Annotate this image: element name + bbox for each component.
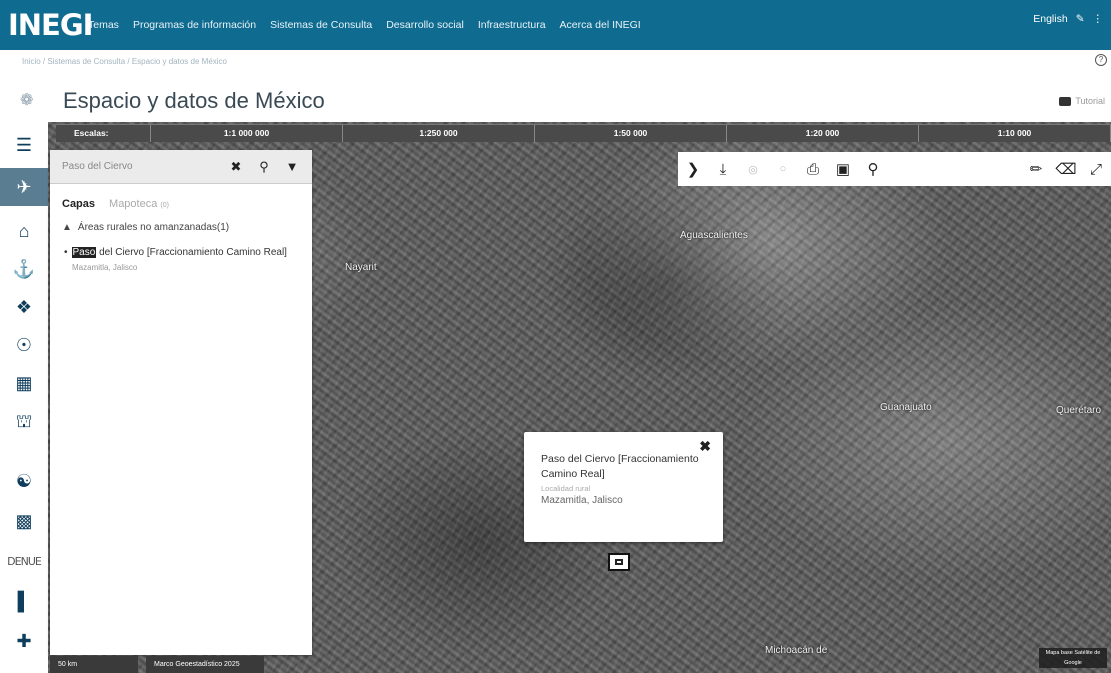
tab-mapoteca[interactable]: Mapoteca (0): [109, 198, 169, 210]
buildings-icon[interactable]: ▩: [4, 506, 44, 536]
list-item[interactable]: • Paso del Ciervo [Fraccionamiento Camin…: [64, 247, 312, 258]
search-input[interactable]: [50, 151, 220, 182]
chevron-up-icon[interactable]: ▲: [62, 222, 72, 233]
nav-acerca[interactable]: Acerca del INEGI: [560, 19, 641, 31]
transport-icon[interactable]: ⚓: [4, 254, 44, 284]
left-sidebar: ☰ ✈ ⌂ ⚓ ❖ ☉ ▦ ⛫ ☯ ▩ DENUE ▌ ✚: [0, 122, 48, 673]
tab-capas[interactable]: Capas: [62, 198, 95, 210]
breadcrumb[interactable]: Inicio / Sistemas de Consulta / Espacio …: [22, 57, 227, 66]
scale-option[interactable]: 1:1 000 000: [151, 125, 343, 142]
regions-icon[interactable]: ▦: [4, 368, 44, 398]
result-highlight: Paso: [71, 247, 97, 258]
map-scale: 50 km: [50, 656, 138, 673]
title-row: ❁ Espacio y datos de México Tutorial: [0, 82, 1111, 120]
nav-right: English ✎ ⋮: [1033, 13, 1103, 25]
expand-icon[interactable]: ❯: [678, 160, 708, 178]
search-icon[interactable]: ⚲: [252, 155, 276, 179]
map-icon[interactable]: ✈: [0, 168, 48, 206]
panel-tabs: Capas Mapoteca (0): [50, 184, 312, 210]
tutorial-link[interactable]: Tutorial: [1059, 96, 1105, 106]
result-location: Mazamitla, Jalisco: [72, 263, 138, 272]
nav-menu: Temas Programas de información Sistemas …: [88, 19, 641, 31]
map-label: Michoacán de: [765, 645, 828, 656]
scale-option[interactable]: 1:250 000: [343, 125, 535, 142]
download-icon[interactable]: ⤓: [708, 161, 738, 178]
popup-place: Mazamitla, Jalisco: [541, 495, 623, 506]
tab-mapoteca-badge: (0): [160, 202, 169, 209]
shield-icon[interactable]: ⛫: [4, 408, 44, 438]
nav-sistemas[interactable]: Sistemas de Consulta: [270, 19, 372, 31]
popup-title: Paso del Ciervo [Fraccionamiento Camino …: [541, 453, 699, 480]
scale-option[interactable]: 1:10 000: [919, 125, 1111, 142]
chevron-down-icon[interactable]: ▼: [280, 155, 304, 179]
nav-programas[interactable]: Programas de información: [133, 19, 256, 31]
measure-icon[interactable]: ✏: [1021, 160, 1051, 178]
layers-icon[interactable]: ☰: [4, 130, 44, 160]
video-icon: [1059, 96, 1072, 106]
language-link[interactable]: English: [1033, 13, 1067, 25]
fullscreen-icon[interactable]: ⤢: [1081, 161, 1111, 178]
stats-icon[interactable]: ▌: [4, 586, 44, 616]
map-label: Aguascalientes: [680, 230, 748, 241]
location-marker-icon[interactable]: [608, 553, 630, 571]
search-panel: ✖ ⚲ ▼ Capas Mapoteca (0) ▲ Áreas rurales…: [50, 150, 312, 655]
info-icon[interactable]: ○: [768, 163, 798, 175]
map-toolbar: ❯ ⤓ ◎ ○ ⎙ ▣ ⚲ ✏ ⌫ ⤢: [678, 152, 1111, 186]
map-label: Nayarit: [345, 262, 377, 273]
close-icon[interactable]: ✖: [699, 438, 711, 455]
result-group-label: Áreas rurales no amanzanadas(1): [77, 222, 230, 233]
tutorial-label: Tutorial: [1075, 96, 1105, 106]
result-title[interactable]: Paso del Ciervo [Fraccionamiento Camino …: [71, 247, 287, 258]
page-title: Espacio y datos de México: [63, 88, 325, 113]
edit-icon[interactable]: ✎: [1076, 13, 1085, 25]
map-label: Guanajuato: [880, 402, 932, 413]
popup-type: Localidad rural: [541, 484, 591, 493]
more-icon[interactable]: ⋮: [1093, 13, 1104, 25]
scale-bar: Escalas: 1:1 000 000 1:250 000 1:50 000 …: [56, 124, 1111, 142]
home-icon[interactable]: ⌂: [4, 216, 44, 246]
print-icon[interactable]: ⎙: [798, 161, 828, 178]
add-layers-icon[interactable]: ✚: [4, 626, 44, 656]
globe-icon[interactable]: ☉: [4, 330, 44, 360]
scale-option[interactable]: 1:20 000: [727, 125, 919, 142]
globe-pin-icon: ❁: [20, 92, 34, 109]
bullet-icon: •: [64, 247, 68, 258]
clear-icon[interactable]: ✖: [224, 155, 248, 179]
denue-icon[interactable]: DENUE: [4, 546, 44, 576]
population-icon[interactable]: ☯: [4, 466, 44, 496]
top-nav: INEGI Temas Programas de información Sis…: [0, 0, 1111, 50]
result-title-rest: del Ciervo [Fraccionamiento Camino Real]: [99, 247, 287, 258]
help-icon[interactable]: ?: [1095, 54, 1107, 66]
nav-temas[interactable]: Temas: [88, 19, 119, 31]
scales-label: Escalas:: [56, 125, 151, 142]
eraser-icon[interactable]: ⌫: [1051, 160, 1081, 178]
tool-icon[interactable]: ◎: [738, 163, 768, 176]
nav-desarrollo-social[interactable]: Desarrollo social: [386, 19, 464, 31]
scale-option[interactable]: 1:50 000: [535, 125, 727, 142]
map-attribution: Mapa base Satélite de Google: [1039, 648, 1107, 668]
result-group[interactable]: ▲ Áreas rurales no amanzanadas(1): [62, 222, 312, 233]
tab-mapoteca-label: Mapoteca: [109, 198, 158, 210]
marker-inner: [615, 559, 623, 565]
copyright: Marco Geoestadístico 2025: [146, 656, 264, 673]
camera-icon[interactable]: ▣: [828, 160, 858, 178]
search-row: ✖ ⚲ ▼: [50, 150, 312, 184]
mexico-map-icon[interactable]: ❖: [4, 292, 44, 322]
inegi-logo[interactable]: INEGI: [0, 8, 93, 42]
map-label: Querétaro: [1056, 405, 1102, 416]
location-popup: ✖ Paso del Ciervo [Fraccionamiento Camin…: [524, 432, 723, 542]
pin-icon[interactable]: ⚲: [858, 160, 888, 178]
nav-infraestructura[interactable]: Infraestructura: [478, 19, 546, 31]
